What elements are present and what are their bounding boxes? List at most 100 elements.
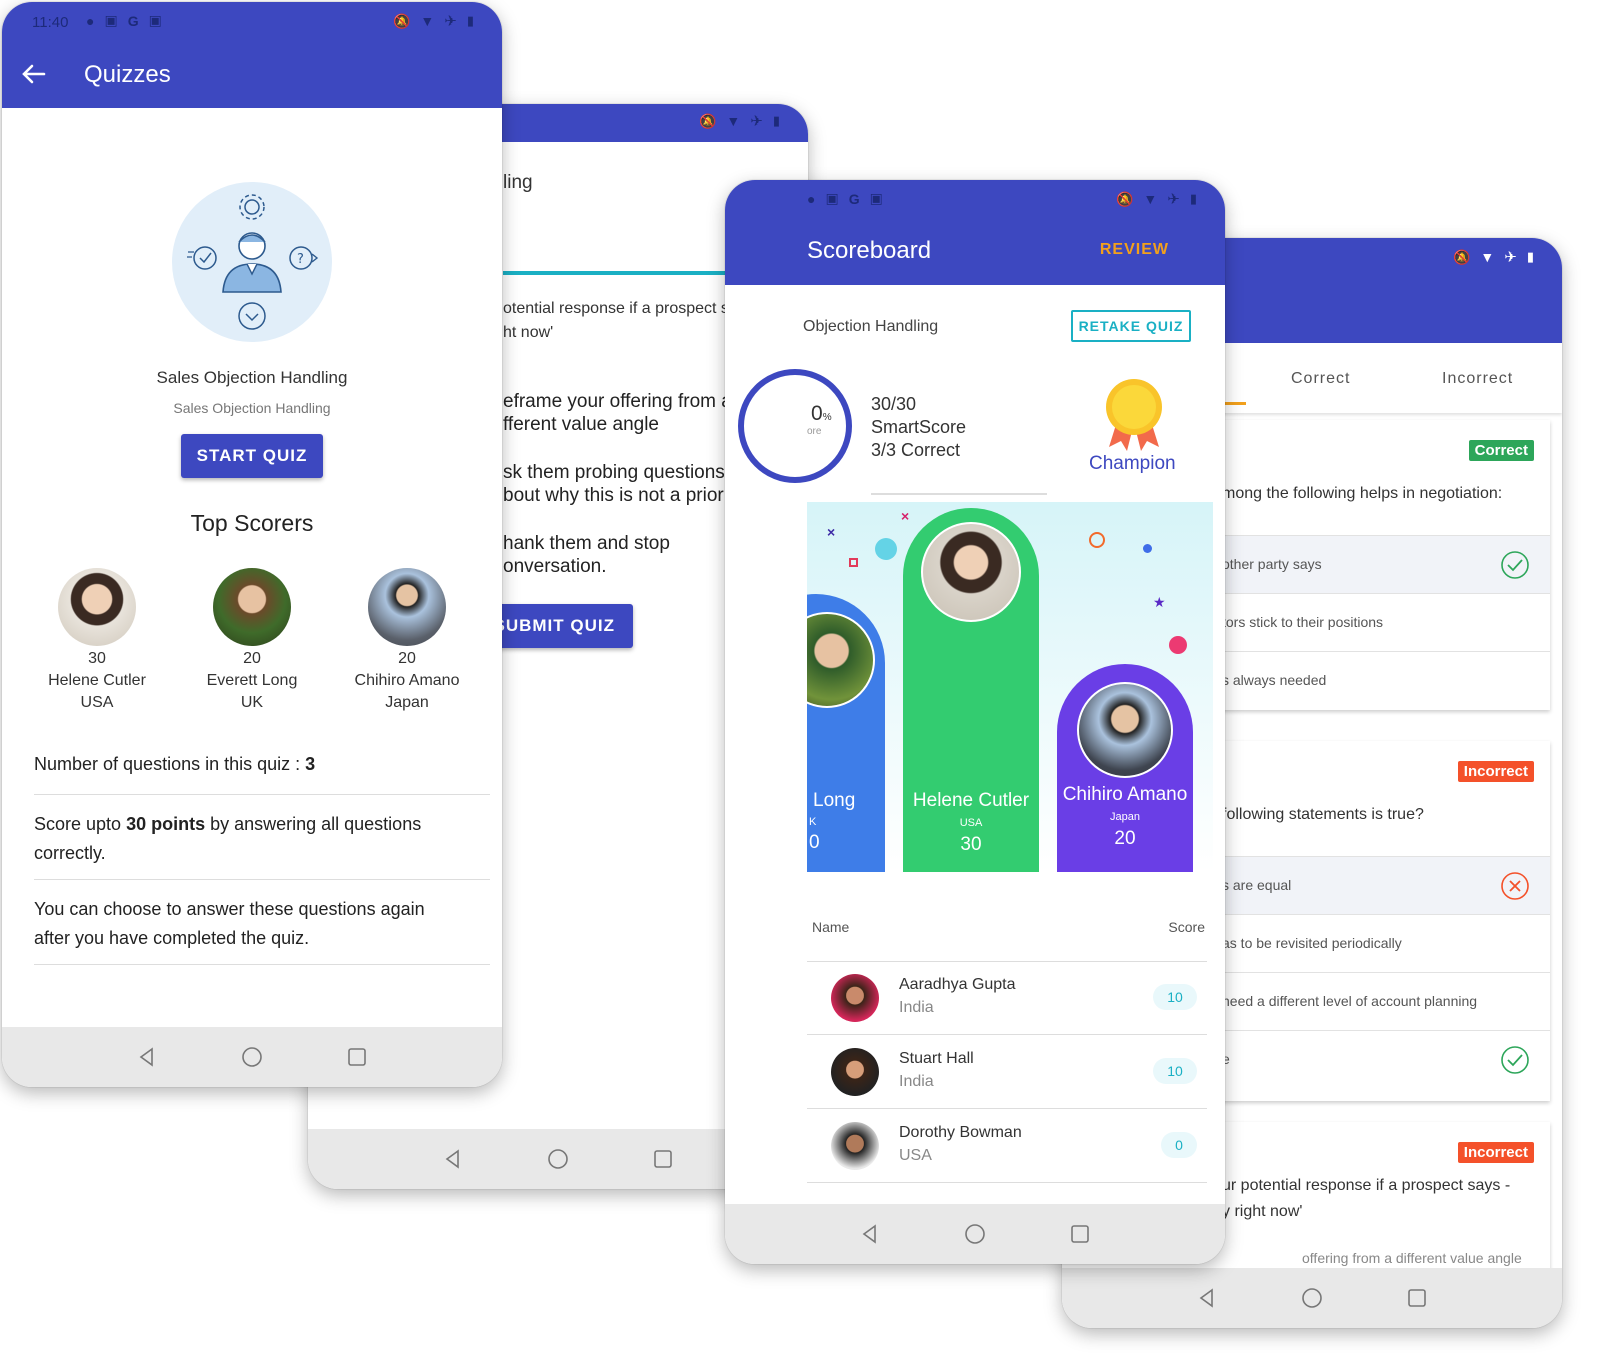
gauge-label: ore — [807, 426, 822, 437]
avatar — [1077, 682, 1173, 778]
scorer-card[interactable]: 30 Helene Cutler USA — [22, 568, 172, 712]
question-cycle-icon: ? — [289, 246, 319, 270]
score-badge: 10 — [1153, 1058, 1197, 1084]
back-nav-icon[interactable] — [438, 1144, 468, 1174]
podium-name: Long — [813, 790, 856, 811]
back-nav-icon[interactable] — [1192, 1283, 1222, 1313]
quizzes-screen: 11:40 ● ▣ G ▣ 🔕 ▼ ✈ ▮ Quizzes ? Sales Ob… — [2, 2, 502, 1087]
table-row[interactable]: Aaradhya Gupta India 10 — [807, 962, 1207, 1035]
quiz-title: ling — [503, 172, 533, 193]
recents-nav-icon[interactable] — [342, 1042, 372, 1072]
airplane-icon: ✈ — [750, 113, 763, 130]
option-text: offering from a different value angle — [1302, 1250, 1522, 1266]
quiz-subtitle: Sales Objection Handling — [173, 400, 331, 416]
back-nav-icon[interactable] — [855, 1219, 885, 1249]
back-nav-icon[interactable] — [132, 1042, 162, 1072]
x-circle-icon — [1501, 872, 1529, 900]
confetti — [875, 538, 897, 560]
home-nav-icon[interactable] — [237, 1042, 267, 1072]
submit-quiz-button[interactable]: SUBMIT QUIZ — [483, 604, 633, 648]
system-nav-bar — [2, 1027, 502, 1087]
scorer-country: USA — [80, 694, 114, 711]
system-nav-bar — [1062, 1268, 1562, 1328]
podium-score: 0 — [809, 832, 820, 853]
recents-nav-icon[interactable] — [1065, 1219, 1095, 1249]
google-icon: G — [848, 190, 860, 207]
wifi-icon: ▼ — [726, 113, 741, 129]
info-label: Number of questions in this quiz : — [34, 754, 306, 774]
confetti: × — [901, 508, 910, 524]
info-retake: You can choose to answer these questions… — [34, 899, 425, 948]
recents-nav-icon[interactable] — [648, 1144, 678, 1174]
person-icon — [222, 232, 282, 293]
scorer-card[interactable]: 20 Chihiro Amano Japan — [332, 568, 482, 712]
questions-count: 3 — [305, 754, 316, 774]
podium-third: Chihiro Amano Japan 20 — [1057, 664, 1193, 872]
confetti — [1089, 532, 1105, 548]
table-row[interactable]: Stuart Hall India 10 — [807, 1036, 1207, 1109]
location-icon: ● — [86, 12, 95, 29]
tab-correct[interactable]: Correct — [1291, 370, 1350, 388]
gear-icon — [239, 194, 265, 220]
option-text: as to be revisited periodically — [1222, 935, 1402, 951]
mute-icon: 🔕 — [698, 112, 717, 129]
notification-icons: ● ▣ G ▣ — [86, 12, 162, 29]
start-quiz-button[interactable]: START QUIZ — [181, 434, 323, 478]
answer-option[interactable]: eframe your offering from a fferent valu… — [503, 390, 732, 436]
battery-icon: ▮ — [1526, 249, 1534, 264]
row-name: Aaradhya Gupta — [899, 976, 1016, 993]
scorer-score: 20 — [243, 650, 261, 667]
row-country: India — [899, 1073, 934, 1090]
answer-option[interactable]: sk them probing questions bout why this … — [503, 461, 747, 507]
answer-option-line: hank them and stop — [503, 533, 670, 554]
system-nav-bar — [725, 1204, 1225, 1264]
review-link[interactable]: REVIEW — [1100, 241, 1169, 259]
score-line: 30/30 — [871, 394, 917, 414]
back-arrow-icon[interactable] — [20, 63, 46, 85]
correct-badge: Correct — [1468, 440, 1534, 461]
svg-text:?: ? — [297, 252, 304, 267]
home-nav-icon[interactable] — [1297, 1283, 1327, 1313]
airplane-icon: ✈ — [444, 13, 457, 30]
option-text: s are equal — [1222, 877, 1292, 893]
avatar — [831, 974, 879, 1022]
chevron-down-icon — [238, 302, 266, 330]
recents-nav-icon[interactable] — [1402, 1283, 1432, 1313]
retake-quiz-button[interactable]: RETAKE QUIZ — [1071, 310, 1191, 342]
timer-icon — [187, 246, 217, 270]
option-text: s always needed — [1222, 672, 1327, 688]
divider — [34, 879, 490, 880]
mute-icon: 🔕 — [392, 12, 411, 29]
battery-icon: ▮ — [772, 113, 780, 128]
answer-option-line: fferent value angle — [503, 414, 659, 435]
table-header-score: Score — [1168, 919, 1205, 935]
tab-incorrect[interactable]: Incorrect — [1442, 370, 1513, 388]
scorer-card[interactable]: 20 Everett Long UK — [177, 568, 327, 712]
airplane-icon: ✈ — [1504, 249, 1517, 266]
status-icons: 🔕 ▼ ✈ ▮ — [1452, 248, 1534, 267]
mute-icon: 🔕 — [1452, 248, 1471, 265]
question-text: mong the following helps in negotiation: — [1222, 485, 1503, 502]
check-circle-icon — [1501, 551, 1529, 579]
confetti: × — [827, 524, 836, 540]
option-text: other party says — [1222, 556, 1322, 572]
scorer-score: 20 — [398, 650, 416, 667]
divider — [34, 794, 490, 795]
row-name: Stuart Hall — [899, 1050, 974, 1067]
answer-option[interactable]: hank them and stop onversation. — [503, 532, 670, 578]
row-country: USA — [899, 1147, 932, 1164]
wifi-icon: ▼ — [1143, 191, 1158, 207]
google-icon: G — [127, 12, 139, 29]
airplane-icon: ✈ — [1167, 191, 1180, 208]
quiz-name: Sales Objection Handling — [156, 368, 348, 387]
avatar — [368, 568, 446, 646]
wifi-icon: ▼ — [1480, 249, 1495, 265]
scorer-name: Everett Long — [206, 672, 298, 689]
info-questions: Number of questions in this quiz : 3 — [34, 754, 490, 775]
notification-icons: ● ▣ G ▣ — [807, 190, 883, 207]
home-nav-icon[interactable] — [543, 1144, 573, 1174]
table-row[interactable]: Dorothy Bowman USA 0 — [807, 1110, 1207, 1183]
page-title: Scoreboard — [807, 237, 932, 264]
home-nav-icon[interactable] — [960, 1219, 990, 1249]
mail-icon: ▣ — [104, 12, 118, 28]
